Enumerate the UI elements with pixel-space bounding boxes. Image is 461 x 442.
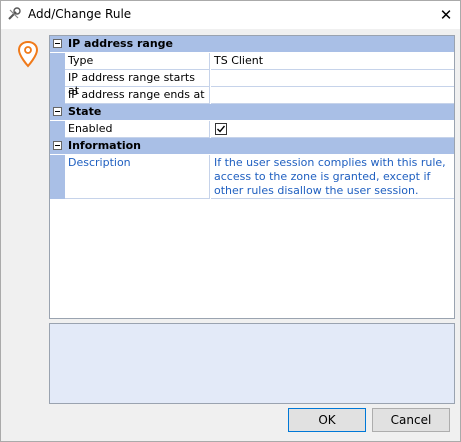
rule-tools-icon xyxy=(8,7,21,20)
checkmark-icon xyxy=(217,125,226,133)
close-button[interactable]: ✕ xyxy=(432,1,460,29)
minus-box-icon[interactable] xyxy=(53,141,62,150)
close-icon: ✕ xyxy=(439,6,453,24)
property-row-range-end[interactable]: IP address range ends at xyxy=(50,87,454,104)
enabled-checkbox[interactable] xyxy=(215,123,227,135)
minus-box-icon[interactable] xyxy=(53,39,62,48)
range-start-value[interactable] xyxy=(211,70,454,87)
category-information[interactable]: Information xyxy=(50,138,454,155)
location-pin-icon xyxy=(18,41,38,68)
property-name: IP address range ends at xyxy=(65,87,210,104)
category-state[interactable]: State xyxy=(50,104,454,121)
property-row-description[interactable]: Description If the user session complies… xyxy=(50,155,454,199)
property-row-type[interactable]: Type TS Client xyxy=(50,53,454,70)
property-grid: IP address range Type TS Client IP addre… xyxy=(49,35,455,319)
property-name: Description xyxy=(65,155,210,199)
enabled-value[interactable] xyxy=(211,121,454,138)
type-value[interactable]: TS Client xyxy=(211,53,454,70)
range-end-value[interactable] xyxy=(211,87,454,104)
dialog-window: Add/Change Rule ✕ IP address range Type … xyxy=(0,0,461,442)
minus-box-icon[interactable] xyxy=(53,107,62,116)
property-name: Type xyxy=(65,53,210,70)
property-name: IP address range starts at xyxy=(65,70,210,97)
property-row-enabled[interactable]: Enabled xyxy=(50,121,454,138)
category-label: Information xyxy=(68,139,141,152)
description-value[interactable]: If the user session complies with this r… xyxy=(211,155,454,199)
cancel-button[interactable]: Cancel xyxy=(372,408,450,432)
ok-button[interactable]: OK xyxy=(288,408,366,432)
category-label: State xyxy=(68,105,102,118)
property-name: Enabled xyxy=(65,121,210,138)
property-row-range-start[interactable]: IP address range starts at xyxy=(50,70,454,97)
category-ip-address-range[interactable]: IP address range xyxy=(50,36,454,53)
category-label: IP address range xyxy=(68,37,173,50)
title-bar: Add/Change Rule ✕ xyxy=(1,1,460,29)
window-title: Add/Change Rule xyxy=(28,7,132,21)
description-panel xyxy=(49,323,455,404)
